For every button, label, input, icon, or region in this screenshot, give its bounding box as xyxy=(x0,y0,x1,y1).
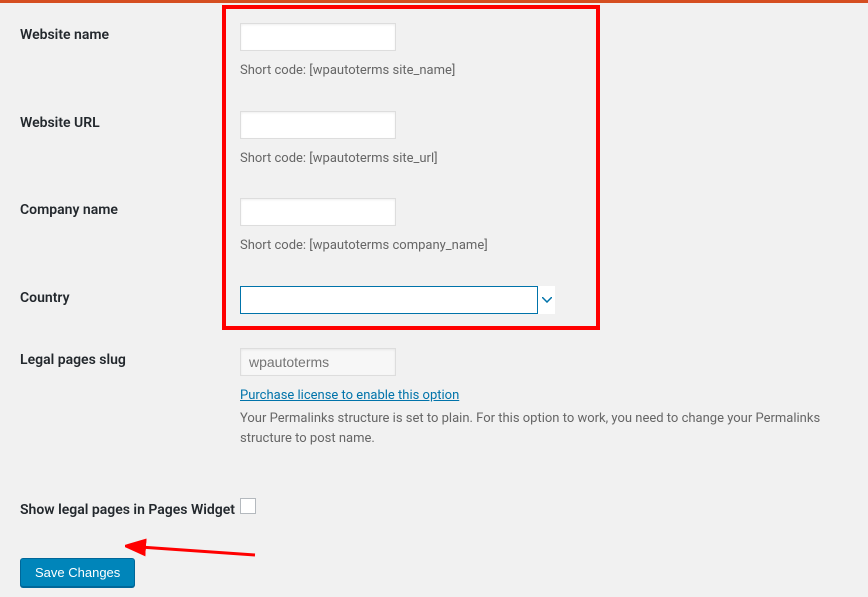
website-name-input[interactable] xyxy=(240,23,396,51)
website-name-field: Short code: [wpautoterms site_name] xyxy=(240,23,868,81)
country-select[interactable] xyxy=(240,286,555,314)
website-url-row: Website URL Short code: [wpautoterms sit… xyxy=(0,101,868,189)
save-button[interactable]: Save Changes xyxy=(20,558,135,587)
legal-slug-input xyxy=(240,348,396,376)
show-widget-label: Show legal pages in Pages Widget xyxy=(20,498,240,518)
company-name-field: Short code: [wpautoterms company_name] xyxy=(240,198,868,256)
website-name-label: Website name xyxy=(20,23,240,43)
company-name-label: Company name xyxy=(20,198,240,218)
legal-slug-row: Legal pages slug Purchase license to ena… xyxy=(0,338,868,469)
website-url-shortcode: Short code: [wpautoterms site_url] xyxy=(240,149,848,169)
company-name-shortcode: Short code: [wpautoterms company_name] xyxy=(240,236,848,256)
legal-slug-help-text: Your Permalinks structure is set to plai… xyxy=(240,409,848,448)
legal-slug-label: Legal pages slug xyxy=(20,348,240,368)
company-name-row: Company name Short code: [wpautoterms co… xyxy=(0,188,868,276)
settings-form: Website name Short code: [wpautoterms si… xyxy=(0,3,868,597)
legal-slug-help-block: Purchase license to enable this option Y… xyxy=(240,386,848,449)
country-row: Country xyxy=(0,276,868,338)
country-label: Country xyxy=(20,286,240,306)
website-url-field: Short code: [wpautoterms site_url] xyxy=(240,111,868,169)
show-widget-field xyxy=(240,498,868,518)
website-url-input[interactable] xyxy=(240,111,396,139)
country-field xyxy=(240,286,868,318)
country-select-wrapper[interactable] xyxy=(240,286,555,314)
website-name-row: Website name Short code: [wpautoterms si… xyxy=(0,13,868,101)
show-widget-checkbox[interactable] xyxy=(240,498,256,514)
company-name-input[interactable] xyxy=(240,198,396,226)
chevron-down-icon xyxy=(537,286,555,314)
purchase-license-link[interactable]: Purchase license to enable this option xyxy=(240,388,459,403)
website-name-shortcode: Short code: [wpautoterms site_name] xyxy=(240,61,848,81)
legal-slug-field: Purchase license to enable this option Y… xyxy=(240,348,868,449)
website-url-label: Website URL xyxy=(20,111,240,131)
show-widget-row: Show legal pages in Pages Widget xyxy=(0,468,868,538)
